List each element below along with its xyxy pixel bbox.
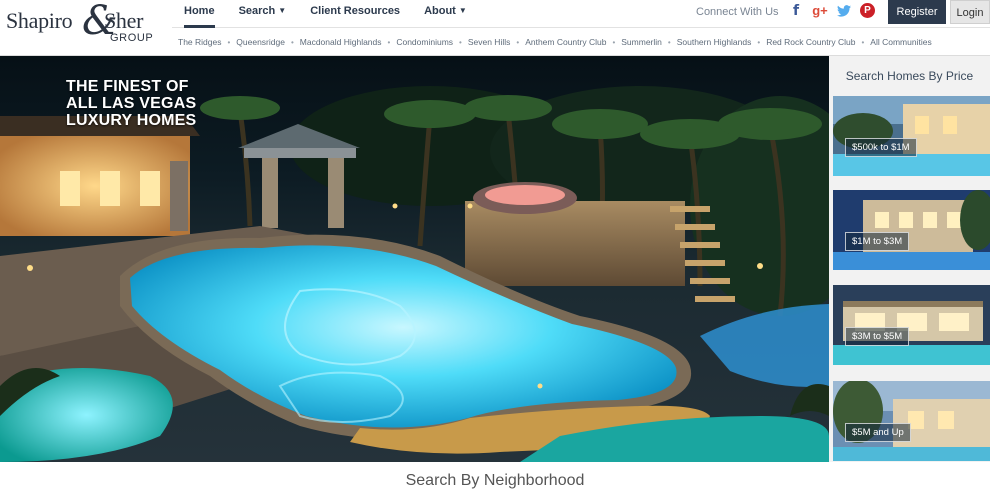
main-navigation: Home Search ▼ Client Resources About ▼ Con… (172, 0, 990, 28)
connect-with-us-label: Connect With Us (696, 6, 779, 18)
community-link-queensridge[interactable]: Queensridge (236, 37, 285, 47)
community-link-southern-highlands[interactable]: Southern Highlands (677, 37, 752, 47)
login-button[interactable]: Login (950, 0, 990, 24)
price-tile-label: $5M and Up (845, 423, 911, 442)
hero-headline: THE FINEST OF ALL LAS VEGAS LUXURY HOMES (66, 78, 197, 129)
community-link-all-communities[interactable]: All Communities (870, 37, 931, 47)
price-tile-500k-1m[interactable]: $500k to $1M (833, 96, 990, 176)
community-link-condominiums[interactable]: Condominiums (396, 37, 453, 47)
nav-search-label: Search (238, 5, 276, 17)
logo-group: GROUP (110, 32, 154, 44)
nav-client-resources-label: Client Resources (310, 5, 401, 17)
main-menu: Home Search ▼ Client Resources About ▼ (172, 0, 479, 28)
price-tile-image (833, 190, 990, 270)
price-tile-3m-5m[interactable]: $3M to $5M (833, 285, 990, 365)
price-tile-image (833, 96, 990, 176)
community-separator: • (387, 37, 391, 47)
community-link-red-rock-country-club[interactable]: Red Rock Country Club (766, 37, 855, 47)
pinterest-icon[interactable]: P (860, 3, 875, 18)
chevron-down-icon: ▼ (278, 6, 287, 15)
nav-about-label: About (424, 5, 456, 17)
community-separator: • (757, 37, 761, 47)
community-separator: • (459, 37, 462, 47)
price-tile-label: $3M to $5M (845, 327, 910, 346)
nav-about[interactable]: About ▼ (424, 0, 467, 28)
chevron-down-icon: ▼ (458, 6, 467, 15)
price-tile-image (833, 381, 990, 461)
community-separator: • (861, 37, 865, 47)
register-button[interactable]: Register (888, 0, 946, 24)
nav-client-resources[interactable]: Client Resources (310, 0, 400, 28)
community-link-the-ridges[interactable]: The Ridges (178, 37, 221, 47)
community-navigation: The Ridges • Queensridge • Macdonald Hig… (172, 29, 990, 55)
facebook-icon[interactable]: f (788, 3, 804, 19)
price-tile-1m-3m[interactable]: $1M to $3M (833, 190, 990, 270)
search-by-neighborhood-heading: Search By Neighborhood (405, 472, 585, 489)
brand-logo[interactable]: Shapiro & Sher GROUP (6, 0, 171, 50)
community-separator: • (290, 37, 294, 47)
nav-home-label: Home (184, 5, 215, 17)
price-tile-image (833, 285, 990, 365)
logo-word-shapiro: Shapiro (6, 8, 73, 33)
nav-search[interactable]: Search ▼ (239, 0, 287, 28)
price-tile-label: $1M to $3M (845, 232, 910, 251)
community-separator: • (667, 37, 671, 47)
community-link-anthem-country-club[interactable]: Anthem Country Club (525, 37, 606, 47)
community-separator: • (227, 37, 231, 47)
price-tile-label: $500k to $1M (845, 138, 917, 157)
twitter-icon[interactable] (836, 3, 852, 19)
community-separator: • (612, 37, 616, 47)
price-tile-5m-up[interactable]: $5M and Up (833, 381, 990, 461)
community-link-summerlin[interactable]: Summerlin (621, 37, 662, 47)
community-link-macdonald-highlands[interactable]: Macdonald Highlands (300, 37, 382, 47)
price-search-title: Search Homes By Price (845, 69, 974, 83)
google-plus-icon[interactable]: g+ (812, 3, 828, 19)
community-separator: • (516, 37, 520, 47)
hero-banner: THE FINEST OF ALL LAS VEGAS LUXURY HOMES (0, 56, 829, 462)
community-link-seven-hills[interactable]: Seven Hills (468, 37, 511, 47)
price-search-sidebar: Search Homes By Price $500k to $1M $1M t… (829, 56, 990, 462)
logo-word-sher: Sher (104, 8, 144, 33)
site-header: Shapiro & Sher GROUP Home Search ▼ Client… (0, 0, 990, 56)
nav-home[interactable]: Home (184, 0, 215, 28)
